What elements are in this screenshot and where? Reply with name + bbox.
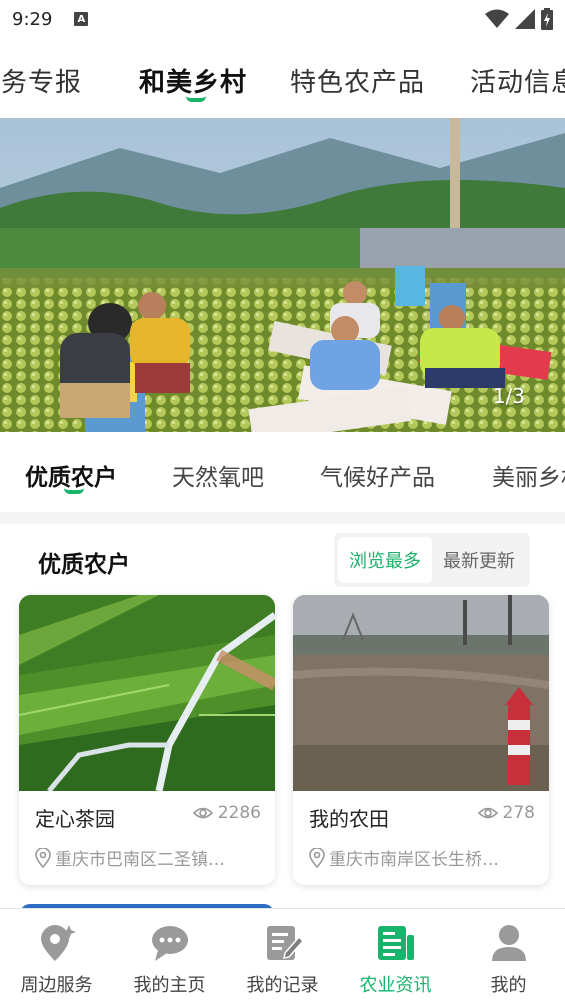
card-views: 2286 bbox=[192, 803, 261, 823]
subtab-climate-products[interactable]: 气候好产品 bbox=[320, 458, 435, 492]
news-icon bbox=[377, 926, 414, 960]
tab-harmonious-village[interactable]: 和美乡村 bbox=[139, 62, 247, 99]
banner-image bbox=[0, 118, 565, 432]
nav-label: 周边服务 bbox=[20, 975, 93, 996]
section-title: 优质农户 bbox=[38, 552, 130, 578]
farmer-card[interactable]: 定心茶园 2286 重庆市巴南区二圣镇… bbox=[19, 595, 275, 885]
tab-specialty-products[interactable]: 特色农产品 bbox=[290, 62, 425, 99]
farmer-card[interactable]: 我的农田 278 重庆市南岸区长生桥… bbox=[293, 595, 549, 885]
card-location: 重庆市巴南区二圣镇… bbox=[35, 845, 265, 870]
subtab-quality-farmers[interactable]: 优质农户 bbox=[25, 458, 117, 492]
signal-icon bbox=[515, 9, 535, 29]
nav-label: 我的记录 bbox=[246, 975, 319, 996]
bottom-navigation: 周边服务 我的主页 我的记录 农业资讯 我的 bbox=[0, 908, 565, 1004]
eye-icon bbox=[477, 807, 498, 819]
record-edit-icon bbox=[266, 926, 303, 960]
subtab-beautiful-village[interactable]: 美丽乡村 bbox=[492, 458, 565, 492]
sub-category-tabs: 优质农户 天然氧吧 气候好产品 美丽乡村 bbox=[0, 432, 565, 512]
chat-icon bbox=[151, 926, 188, 961]
location-text: 重庆市南岸区长生桥… bbox=[329, 850, 499, 870]
status-bar: 9:29 A bbox=[0, 0, 565, 38]
active-tab-indicator bbox=[186, 96, 206, 102]
location-text: 重庆市巴南区二圣镇… bbox=[55, 850, 225, 870]
banner-page-indicator: 1/3 bbox=[492, 384, 525, 408]
card-views: 278 bbox=[477, 803, 535, 823]
user-icon bbox=[491, 925, 526, 961]
nav-my-records[interactable]: 我的记录 bbox=[226, 909, 339, 1004]
location-pin-icon bbox=[35, 847, 51, 868]
accessibility-notification-icon: A bbox=[74, 12, 89, 26]
location-pin-icon bbox=[309, 847, 325, 868]
view-count: 2286 bbox=[217, 803, 261, 823]
status-icons bbox=[485, 8, 553, 30]
top-category-tabs: 服务专报 和美乡村 特色农产品 活动信息 bbox=[0, 48, 565, 118]
subtab-natural-oxygen[interactable]: 天然氧吧 bbox=[172, 458, 264, 492]
sort-most-viewed[interactable]: 浏览最多 bbox=[338, 537, 432, 583]
card-image-river-farm bbox=[293, 595, 549, 791]
card-location: 重庆市南岸区长生桥… bbox=[309, 845, 539, 870]
card-title: 我的农田 bbox=[309, 807, 389, 831]
eye-icon bbox=[192, 807, 213, 819]
tab-service-report[interactable]: 服务专报 bbox=[0, 62, 82, 99]
card-image-tea-garden bbox=[19, 595, 275, 791]
nav-label: 我的 bbox=[490, 975, 527, 996]
nav-label: 农业资讯 bbox=[359, 975, 432, 996]
nav-mine[interactable]: 我的 bbox=[452, 909, 565, 1004]
nav-label: 我的主页 bbox=[133, 975, 206, 996]
nav-nearby-services[interactable]: 周边服务 bbox=[0, 909, 113, 1004]
sort-latest[interactable]: 最新更新 bbox=[432, 537, 526, 583]
sort-toggle: 浏览最多 最新更新 bbox=[334, 533, 530, 587]
battery-icon bbox=[541, 8, 553, 30]
active-subtab-indicator bbox=[64, 488, 84, 494]
location-service-icon bbox=[40, 925, 76, 961]
status-time: 9:29 bbox=[12, 8, 53, 30]
card-title: 定心茶园 bbox=[35, 807, 115, 831]
tab-activity-info[interactable]: 活动信息 bbox=[470, 62, 565, 99]
section-divider bbox=[0, 512, 565, 524]
banner-carousel[interactable]: 1/3 bbox=[0, 118, 565, 432]
wifi-icon bbox=[485, 9, 509, 28]
nav-my-homepage[interactable]: 我的主页 bbox=[113, 909, 226, 1004]
view-count: 278 bbox=[502, 803, 535, 823]
nav-agri-news[interactable]: 农业资讯 bbox=[339, 909, 452, 1004]
